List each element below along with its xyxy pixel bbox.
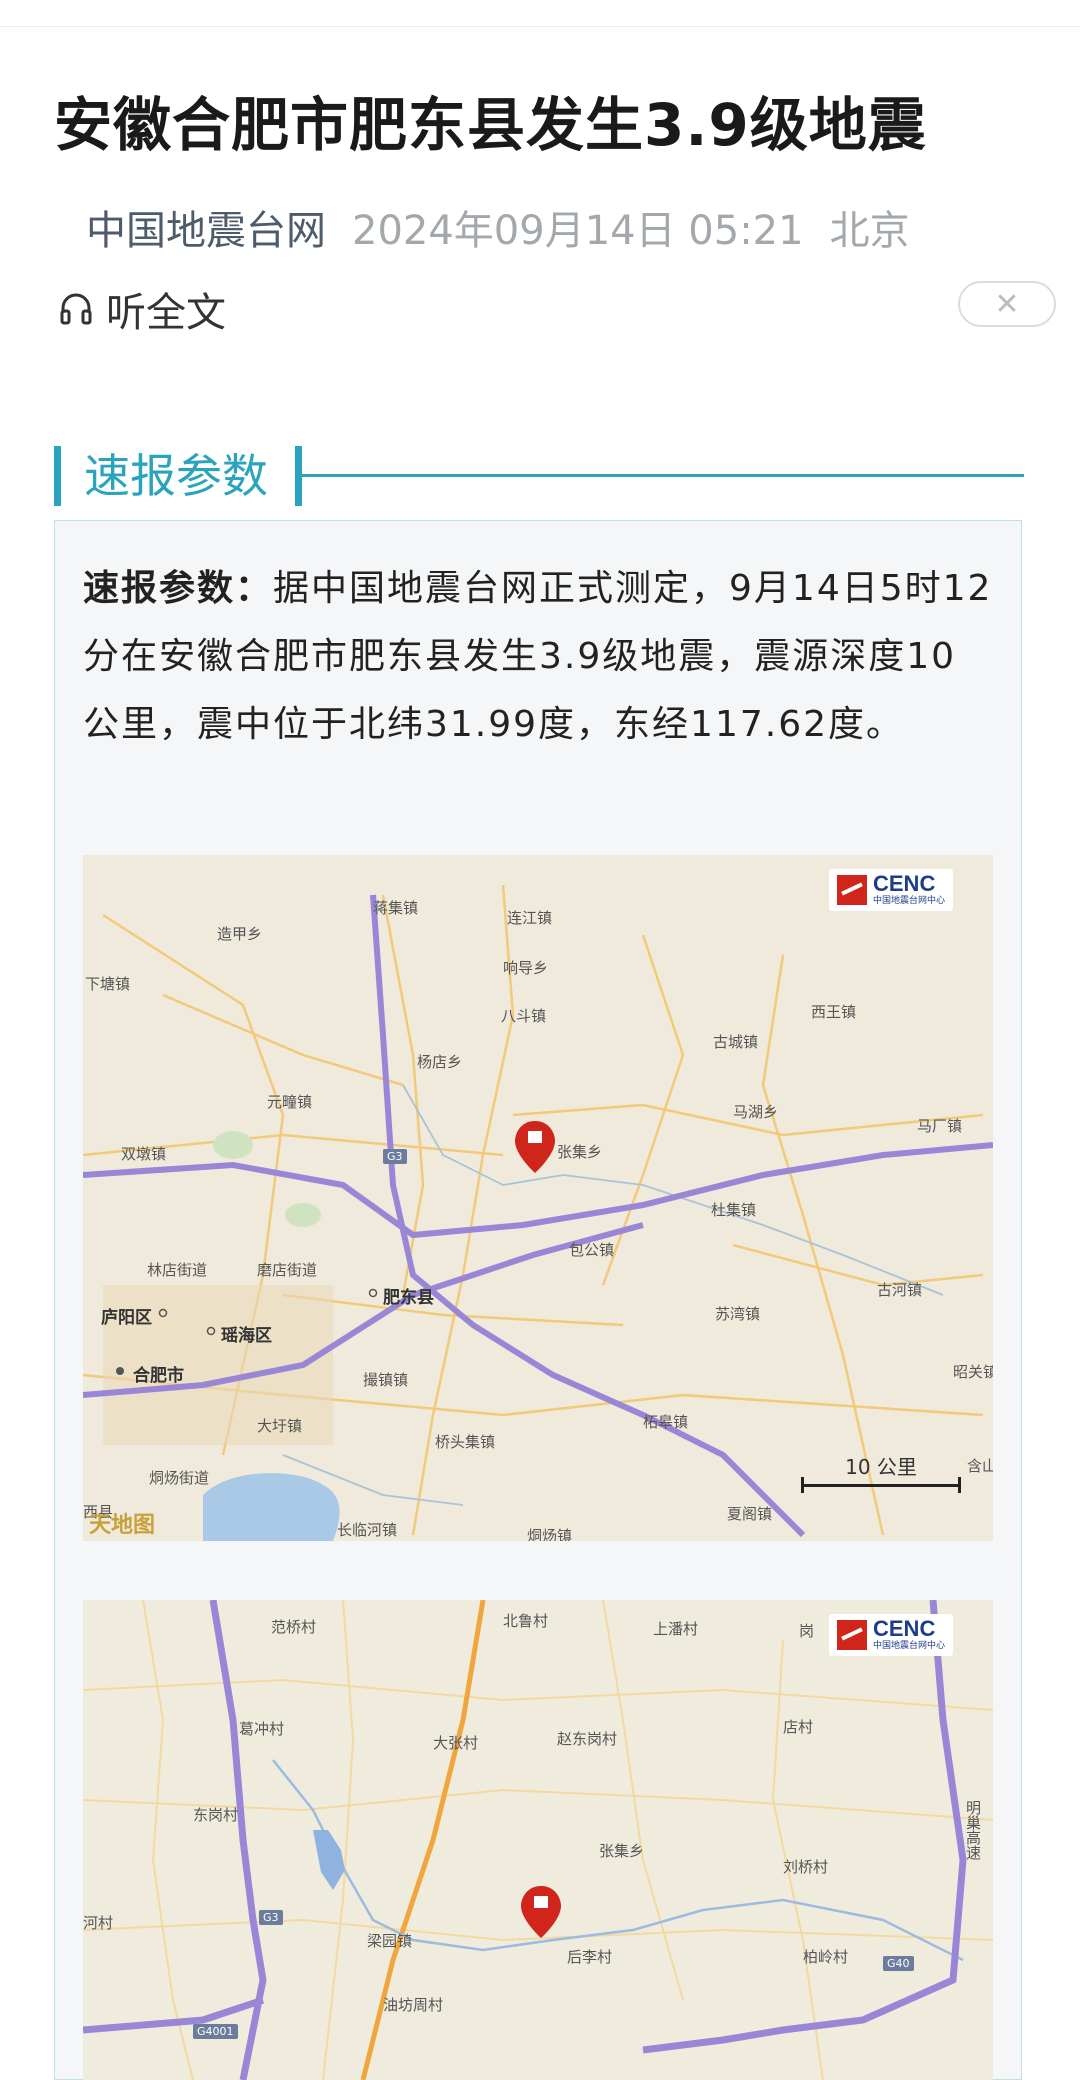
publish-time: 2024年09月14日 05:21 — [352, 208, 804, 254]
map-place: 昭关镇 — [953, 1363, 993, 1381]
map-place: 长临河镇 — [337, 1521, 398, 1539]
map-place: 张集乡 — [599, 1842, 645, 1860]
map-place: 磨店街道 — [257, 1261, 318, 1279]
map-place: 庐阳区 — [101, 1308, 152, 1328]
map-place: 范桥村 — [271, 1618, 317, 1636]
map-place: 肥东县 — [383, 1288, 434, 1308]
content-panel: 速报参数：据中国地震台网正式测定，9月14日5时12分在安徽合肥市肥东县发生3.… — [54, 520, 1022, 2080]
map-place: 店村 — [783, 1718, 814, 1736]
report-lead: 速报参数： — [83, 568, 274, 609]
map-place: 张集乡 — [557, 1143, 603, 1161]
map-place: 赵东岗村 — [557, 1730, 618, 1748]
map-place: 柏岭村 — [803, 1948, 849, 1966]
map-place: 元疃镇 — [267, 1093, 313, 1111]
map-place: 响导乡 — [503, 959, 549, 977]
map-place: 后李村 — [567, 1948, 613, 1966]
section-heading-label: 速报参数 — [84, 449, 268, 503]
article-title: 安徽合肥市肥东县发生3.9级地震 — [54, 91, 927, 159]
scale-label: 10 公里 — [845, 1455, 917, 1479]
heading-bar-left — [54, 446, 61, 506]
map-place: 苏湾镇 — [715, 1305, 761, 1323]
map-place: 大张村 — [433, 1734, 479, 1752]
map-place: 刘桥村 — [783, 1858, 829, 1876]
map-place: 岗 — [799, 1622, 815, 1640]
map-place: 桥头集镇 — [435, 1433, 496, 1451]
section-heading: 速报参数 — [54, 446, 1024, 506]
local-map-canvas — [83, 1600, 993, 2080]
map-place: 包公镇 — [569, 1241, 615, 1259]
map-place: 蒋集镇 — [373, 899, 419, 917]
cenc-logo: CENC 中国地震台网中心 — [829, 869, 954, 911]
road-badge: G40 — [883, 1956, 914, 1971]
road-badge: G4001 — [193, 2024, 238, 2039]
cenc-logo-subtext: 中国地震台网中心 — [873, 1641, 946, 1651]
cenc-logo-subtext: 中国地震台网中心 — [873, 896, 946, 906]
cenc-logo-icon — [837, 1620, 867, 1650]
close-button[interactable]: ✕ — [958, 281, 1056, 327]
tianditu-watermark: 天地图 — [89, 1513, 156, 1538]
map-place: 造甲乡 — [217, 925, 263, 943]
map-place: 古河镇 — [877, 1281, 923, 1299]
map-place: 杨店乡 — [417, 1053, 463, 1071]
map-place: 马厂镇 — [917, 1117, 963, 1135]
epicenter-map-local[interactable]: 范桥村 北鲁村 上潘村 岗 葛冲村 店村 大张村 赵东岗村 东岗村 张集乡 刘桥… — [83, 1600, 993, 2080]
cenc-logo: CENC 中国地震台网中心 — [829, 1614, 954, 1656]
headphones-icon — [60, 293, 92, 325]
map-place: 合肥市 — [133, 1366, 184, 1386]
map-place: 马湖乡 — [733, 1103, 779, 1121]
map-place: 上潘村 — [653, 1620, 699, 1638]
map-place: 古城镇 — [713, 1033, 759, 1051]
source-link[interactable]: 中国地震台网 — [86, 208, 326, 254]
map-place: 撮镇镇 — [363, 1371, 409, 1389]
map-place: 油坊周村 — [383, 1996, 444, 2014]
map-place: 河村 — [83, 1914, 114, 1932]
map-place: 柘皋镇 — [643, 1413, 689, 1431]
listen-button[interactable]: 听全文 — [58, 280, 226, 338]
cenc-logo-text: CENC — [873, 1616, 936, 1641]
epicenter-map-regional[interactable]: 造甲乡 蒋集镇 连江镇 响导乡 八斗镇 下塘镇 杨店乡 古城镇 西王镇 元疃镇 … — [83, 855, 993, 1541]
road-badge: G3 — [259, 1910, 283, 1925]
map-scale-bar: 10 公里 — [801, 1451, 961, 1493]
article-meta: 中国地震台网 2024年09月14日 05:21 北京 — [86, 198, 910, 256]
map-place: 下塘镇 — [85, 975, 131, 993]
publish-location: 北京 — [829, 208, 910, 254]
map-place: 明巢高速 — [964, 1800, 982, 1860]
heading-rule — [302, 474, 1024, 477]
map-place: 烔炀街道 — [149, 1469, 210, 1487]
top-divider — [0, 26, 1080, 27]
map-place: 大圩镇 — [257, 1417, 303, 1435]
map-place: 梁园镇 — [367, 1932, 413, 1950]
cenc-logo-icon — [837, 875, 867, 905]
map-place: 双墩镇 — [121, 1145, 167, 1163]
map-place: 葛冲村 — [239, 1720, 285, 1738]
map-place: 含山 — [967, 1457, 993, 1475]
map-place: 瑶海区 — [221, 1326, 272, 1346]
map-place: 烔炀镇 — [527, 1527, 573, 1541]
map-place: 东岗村 — [193, 1806, 239, 1824]
map-place: 西王镇 — [811, 1003, 857, 1021]
scale-line — [801, 1477, 961, 1493]
road-badge: G3 — [383, 1149, 407, 1164]
map-place: 北鲁村 — [503, 1612, 549, 1630]
heading-bar-right — [295, 446, 302, 506]
map-place: 连江镇 — [507, 909, 553, 927]
map-place: 夏阁镇 — [727, 1505, 773, 1523]
cenc-logo-text: CENC — [873, 871, 936, 896]
map-place: 林店街道 — [147, 1261, 208, 1279]
map-place: 八斗镇 — [501, 1007, 547, 1025]
report-paragraph: 速报参数：据中国地震台网正式测定，9月14日5时12分在安徽合肥市肥东县发生3.… — [83, 555, 993, 759]
listen-label: 听全文 — [106, 290, 226, 336]
close-icon: ✕ — [994, 286, 1020, 322]
map-place: 杜集镇 — [711, 1201, 757, 1219]
